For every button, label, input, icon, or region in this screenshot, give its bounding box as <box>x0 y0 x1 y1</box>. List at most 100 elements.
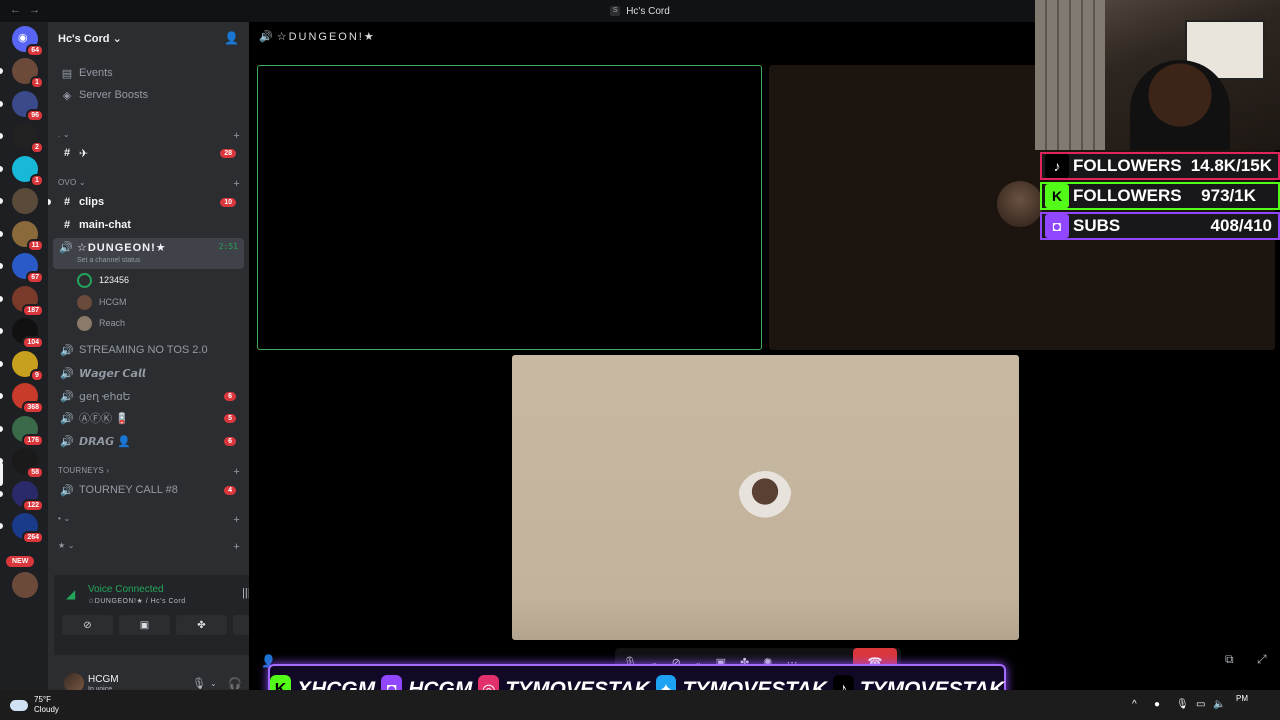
speaker-icon: 🔊 <box>60 484 74 497</box>
windows-taskbar: 75°F Cloudy ^ ● 🎙 ▭ 🔈 PM <box>0 690 1280 720</box>
add-channel-icon[interactable]: + <box>233 514 240 526</box>
server-icon[interactable]: 96 <box>12 90 44 122</box>
unread-pip <box>0 198 3 204</box>
forward-arrow-icon[interactable]: → <box>29 4 40 16</box>
server-badge: 104 <box>22 336 44 349</box>
channel-clips[interactable]: # clips 10 <box>54 192 244 212</box>
headphones-icon[interactable]: 🎧 <box>228 677 242 690</box>
server-icon[interactable]: 122 <box>12 480 44 512</box>
video-tile[interactable] <box>512 355 1019 640</box>
voice-user[interactable]: Reach <box>77 313 125 333</box>
network-icon[interactable]: ▭ <box>1196 699 1205 710</box>
chevron-down-icon: ⌄ <box>112 32 122 45</box>
unread-pip <box>0 393 3 399</box>
server-icon[interactable] <box>12 188 38 214</box>
server-icon[interactable]: 1 <box>12 58 44 89</box>
voice-timer: 2:51 <box>218 242 238 251</box>
microphone-icon[interactable]: 🎙 <box>1176 699 1189 710</box>
events-item[interactable]: ▤ Events <box>54 63 244 83</box>
unread-pip <box>0 165 3 172</box>
server-badge: 1 <box>30 173 44 187</box>
home-badge: 64 <box>26 44 44 57</box>
microphone-icon[interactable]: 🎙 <box>192 677 206 690</box>
camera-off-icon: ⊘ <box>83 619 92 631</box>
category-star[interactable]: ★ ⌄ + <box>58 541 240 553</box>
tiktok-icon: ♪ <box>1045 154 1069 178</box>
speaker-icon: 🔊 <box>60 390 74 403</box>
unread-pip <box>0 425 3 432</box>
voice-user[interactable]: HCGM <box>77 292 127 312</box>
popout-icon[interactable]: ⧉ <box>1225 652 1234 667</box>
guild-header[interactable]: Hc's Cord ⌄ 👤 <box>48 22 249 54</box>
avatar <box>77 272 92 288</box>
username[interactable]: HCGM <box>88 674 119 685</box>
server-icon[interactable]: 104 <box>12 318 44 349</box>
screen-share-button[interactable]: ▣ <box>119 615 170 635</box>
server-rail: ◉ 64 1 96 2 1 11 67 187 104 9 368 176 58 122 264 NEW <box>0 22 48 690</box>
channel-dungeon-active[interactable]: 🔊 ☆DUNGEON!★ Set a channel status 2:51 <box>53 238 244 269</box>
voice-user[interactable]: 123456 <box>77 270 129 290</box>
avatar <box>77 294 92 310</box>
channel-title: ☆DUNGEON!★ <box>276 31 376 43</box>
app-icon: S <box>610 6 621 16</box>
channel-streaming[interactable]: 🔊 STREAMING NO TOS 2.0 <box>54 340 244 360</box>
server-icon[interactable] <box>12 572 38 598</box>
channel-status-prompt[interactable]: Set a channel status <box>77 257 140 264</box>
volume-icon[interactable]: 🔈 <box>1213 699 1225 710</box>
channel-tourney-call[interactable]: 🔊 TOURNEY CALL #8 4 <box>54 480 244 500</box>
server-badge: 2 <box>30 141 44 154</box>
hash-icon: # <box>63 147 71 159</box>
server-badge: 1 <box>30 76 44 89</box>
channel-gen-chat[interactable]: 🔊 ցеղ ҽհɑԵ 6 <box>54 386 244 406</box>
hash-icon: # <box>63 219 71 231</box>
server-icon[interactable]: 264 <box>12 513 44 544</box>
server-icon[interactable]: 176 <box>12 415 44 447</box>
server-icon[interactable]: 1 <box>12 155 44 187</box>
chevron-down-icon[interactable]: ⌄ <box>210 679 217 688</box>
server-icon[interactable]: 9 <box>12 350 44 382</box>
back-arrow-icon[interactable]: ← <box>10 4 21 16</box>
add-channel-icon[interactable]: + <box>233 130 240 142</box>
channel-main-chat[interactable]: # main-chat <box>54 215 244 235</box>
signal-icon[interactable]: ◢ <box>66 587 75 601</box>
server-icon[interactable]: 2 <box>12 123 44 154</box>
category-dot[interactable]: . ⌄ + <box>58 130 240 142</box>
channel-afk[interactable]: 🔊 ⒶⒻⓀ 🪫 5 <box>54 408 244 428</box>
server-icon[interactable]: 11 <box>12 220 44 252</box>
category-tourneys[interactable]: TOURNEYS › + <box>58 466 240 478</box>
fullscreen-icon[interactable]: ⤢ <box>1257 652 1267 667</box>
add-channel-icon[interactable]: + <box>233 541 240 553</box>
chevron-up-icon[interactable]: ^ <box>1132 699 1137 710</box>
kick-followers-goal: K FOLLOWERS 973/1K <box>1040 182 1280 210</box>
server-boosts-item[interactable]: ◈ Server Boosts <box>54 85 244 105</box>
weather-widget[interactable]: 75°F Cloudy <box>10 695 59 715</box>
server-icon[interactable]: 67 <box>12 253 44 284</box>
channel-plane[interactable]: # ✈ 28 <box>54 143 244 163</box>
camera-toggle-button[interactable]: ⊘ <box>62 615 113 635</box>
channel-drag[interactable]: 🔊 𝘿𝙍𝘼𝙂 👤 6 <box>54 431 244 451</box>
channel-wager-call[interactable]: 🔊 𝙒𝙖𝙜𝙚𝙧 𝘾𝙖𝙡𝙡 <box>54 363 244 383</box>
activities-button[interactable]: ✤ <box>176 615 227 635</box>
server-icon[interactable]: 368 <box>12 383 44 414</box>
new-pill[interactable]: NEW <box>6 556 35 567</box>
voice-status[interactable]: Voice Connected <box>88 584 164 595</box>
avatar <box>77 315 92 331</box>
voice-location[interactable]: ☆DUNGEON!★ / Hc's Cord <box>88 597 186 605</box>
server-icon[interactable]: 187 <box>12 285 44 317</box>
category-dot2[interactable]: • ⌄ + <box>58 514 240 526</box>
window-blinds <box>1035 0 1105 150</box>
video-tile-speaking[interactable] <box>257 65 762 350</box>
server-badge: 11 <box>26 238 44 252</box>
category-ovo[interactable]: OVO ⌄ + <box>58 178 240 190</box>
activities-icon: ✤ <box>197 619 206 631</box>
kick-icon: K <box>1045 184 1069 208</box>
add-member-icon[interactable]: 👤 <box>224 31 239 45</box>
clock[interactable]: PM <box>1236 693 1248 704</box>
unread-pip <box>0 230 3 237</box>
server-icon[interactable]: 58 <box>12 448 44 479</box>
add-channel-icon[interactable]: + <box>233 178 240 190</box>
add-channel-icon[interactable]: + <box>233 466 240 478</box>
app-tray-icon[interactable]: ● <box>1154 699 1160 710</box>
home-discord-icon[interactable]: ◉ 64 <box>12 26 44 57</box>
hash-icon: # <box>63 196 71 208</box>
